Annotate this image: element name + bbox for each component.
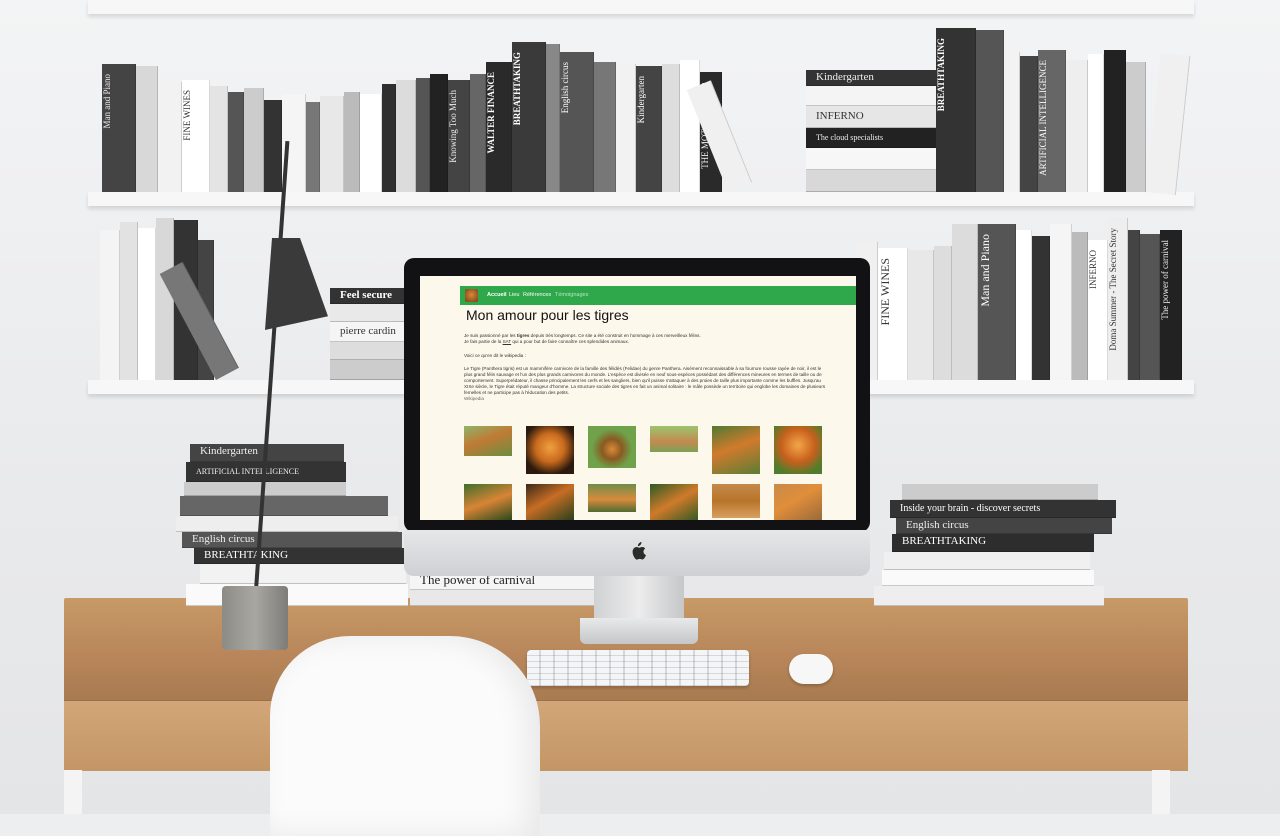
book-title: Feel secure: [340, 289, 393, 301]
intro-text: depuis très longtemps. Ce site a été con…: [529, 333, 701, 338]
mid-shelf-stack: Feel secure pierre cardin: [330, 288, 410, 380]
book-spine: ARTIFICIAL INTELLIGENCE: [1038, 60, 1048, 176]
tiger-photo[interactable]: [588, 484, 636, 512]
page-title: Mon amour pour les tigres: [466, 307, 629, 323]
book-spine: BREATHTAKING: [512, 52, 522, 126]
book-title: ARTIFICIAL INTELLIGENCE: [196, 467, 299, 476]
book-title: Kindergarten: [200, 445, 258, 457]
desk-stack-middle: The power of carnival: [410, 572, 596, 606]
shelf-ceiling: [88, 0, 1194, 14]
tiger-photo[interactable]: [774, 426, 822, 474]
tiger-photo[interactable]: [526, 484, 574, 520]
book-spine: The power of carnival: [1160, 240, 1170, 320]
intro-bold: tigres: [516, 333, 530, 338]
book-title: BREATHTAKING: [204, 549, 289, 561]
book-spine: Man and Piano: [978, 234, 992, 307]
desk-stack-right: Inside your brain - discover secrets Eng…: [874, 484, 1118, 606]
tiger-photo[interactable]: [464, 484, 512, 520]
book-spine: BREATHTAKING: [936, 38, 946, 112]
book-title: Kindergarten: [816, 71, 874, 83]
wiki-paragraph: Le Tigre (Panthera tigris) est un mammif…: [464, 366, 826, 402]
intro-text: Je suis passionné par les: [464, 333, 517, 338]
book-title: The cloud specialists: [816, 133, 884, 142]
top-shelf-stack: Kindergarten INFERNO The cloud specialis…: [806, 70, 942, 192]
top-shelf-books-right: English circus Kindergarten THE MOTOR MA…: [560, 28, 1191, 196]
book-title: English circus: [192, 533, 255, 545]
tiger-photo[interactable]: [464, 426, 512, 456]
intro-paragraph: Je suis passionné par les tigres depuis …: [464, 333, 826, 345]
intro-text: Je fais partie de la: [464, 339, 503, 344]
mouse: [789, 654, 833, 684]
keyboard: [527, 650, 749, 686]
nav-item-temoignages[interactable]: Témoignages: [555, 292, 588, 298]
book-spine: FINE WINES: [182, 90, 192, 141]
site-navbar: Accueil Lieu Références Témoignages: [460, 286, 856, 305]
tiger-photo[interactable]: [526, 426, 574, 474]
tiger-photo[interactable]: [588, 426, 636, 468]
imac-stand: [594, 576, 684, 620]
sat-link[interactable]: SAT: [503, 339, 512, 344]
desk-front: [64, 700, 1188, 771]
tiger-photo[interactable]: [712, 426, 760, 474]
desk-leg: [64, 770, 82, 814]
book-spine: Kindergarten: [636, 76, 646, 124]
wiki-intro: Voici ce qu'en dit le wikipedia :: [464, 353, 526, 358]
book-title: English circus: [906, 519, 969, 531]
browser-screen: Accueil Lieu Références Témoignages Mon …: [420, 276, 856, 520]
top-shelf-books-left: Man and Piano FINE WINES Knowing Too Muc…: [100, 40, 560, 192]
desk-stack-left: Kindergarten ARTIFICIAL INTELLIGENCE Eng…: [176, 444, 408, 606]
book-spine: INFERNO: [1088, 250, 1098, 290]
chair: [270, 636, 540, 836]
book-title: BREATHTAKING: [902, 535, 987, 547]
book-spine: English circus: [560, 62, 570, 114]
apple-logo-icon: [630, 541, 646, 561]
desk-leg: [1152, 770, 1170, 814]
nav-item-accueil[interactable]: Accueil: [487, 292, 507, 298]
wiki-text: Le Tigre (Panthera tigris) est un mammif…: [464, 366, 826, 395]
book-spine: Doma Summer - The Secret Story: [1108, 228, 1118, 351]
book-spine: FINE WINES: [878, 258, 892, 326]
tiger-photo[interactable]: [712, 484, 760, 518]
imac-stand-foot: [580, 618, 698, 644]
tiger-photo[interactable]: [774, 484, 822, 520]
mid-shelf-books-right: FINE WINES Man and Piano INFERNO Doma Su…: [856, 212, 1186, 380]
book-spine: Man and Piano: [102, 74, 112, 129]
book-title: INFERNO: [816, 110, 864, 122]
book-title: pierre cardin: [340, 325, 396, 337]
book-spine: WALTER FINANCE: [486, 72, 496, 154]
lamp-base: [222, 586, 288, 650]
nav-item-references[interactable]: Références: [523, 292, 551, 298]
tiger-photo[interactable]: [650, 484, 698, 520]
book-title: Inside your brain - discover secrets: [900, 503, 1041, 514]
wiki-source-link[interactable]: Wikipedia: [464, 396, 826, 402]
book-spine: Knowing Too Much: [448, 90, 458, 163]
nav-item-lieu[interactable]: Lieu: [509, 292, 519, 298]
shelf-top: [88, 192, 1194, 206]
intro-text: qui a pour but de faire connaître ces sp…: [511, 339, 630, 344]
tiger-logo-icon[interactable]: [465, 289, 478, 302]
tiger-photo[interactable]: [650, 426, 698, 452]
mid-shelf-books-left: Feel secure pierre cardin: [100, 214, 410, 380]
